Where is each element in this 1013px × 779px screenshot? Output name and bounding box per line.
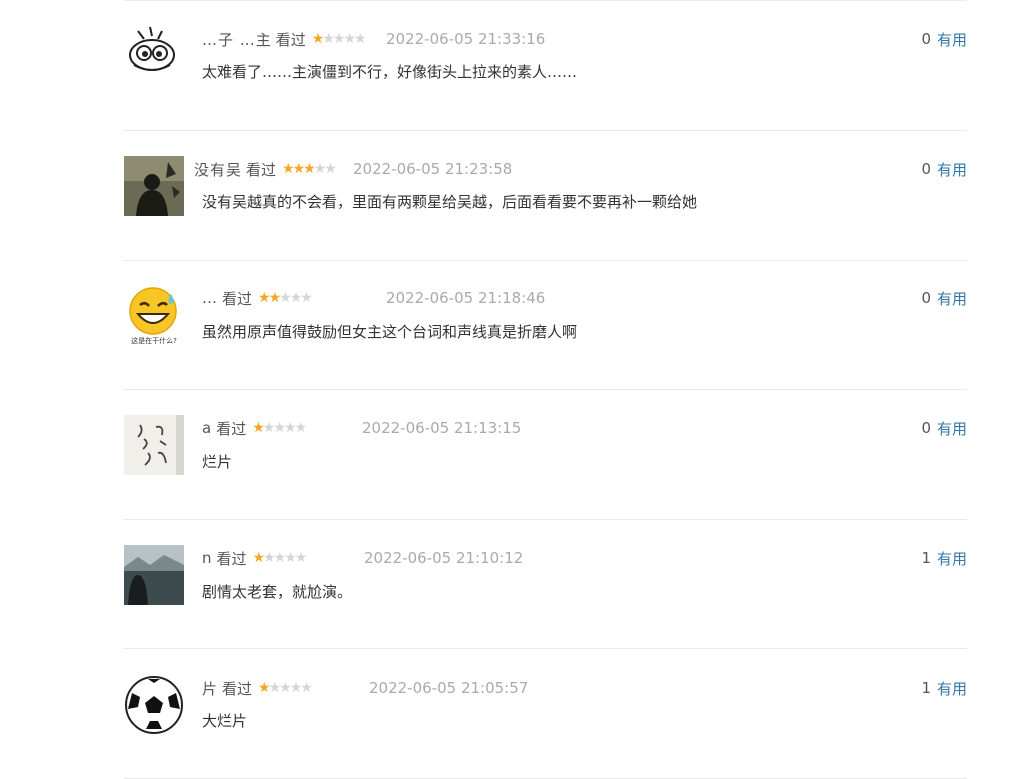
star-empty-icon: ★	[324, 161, 336, 177]
star-filled-icon: ★	[258, 680, 270, 696]
useful-button[interactable]: 有用	[937, 29, 967, 50]
comment-text: 没有吴越真的不会看，里面有两颗星给吴越，后面看看要不要再补一颗给她	[202, 192, 698, 211]
vote-count: 0	[921, 289, 931, 307]
user-avatar[interactable]	[124, 17, 184, 77]
star-empty-icon: ★	[279, 680, 291, 696]
star-empty-icon: ★	[313, 161, 326, 177]
comment-time: 2022-06-05 21:33:16	[386, 30, 546, 48]
comment-item: n 看过 ★★★★★ 2022-06-05 21:10:12 1 有用 剧情太老套，就尬演。	[124, 518, 967, 649]
vote-area: 0 有用	[921, 28, 967, 50]
star-empty-icon: ★	[354, 31, 366, 47]
comment-meta: 片看过 ★★★★★ 2022-06-05 21:05:57	[202, 677, 528, 699]
comment-text: 剧情太老套，就尬演。	[202, 582, 353, 601]
comment-meta: n 看过 ★★★★★ 2022-06-05 21:10:12	[202, 547, 523, 569]
watch-status: 看过	[216, 419, 247, 438]
star-empty-icon: ★	[289, 290, 302, 306]
comment-text: 虽然用原声值得鼓励但女主这个台词和声线真是折磨人啊	[202, 322, 578, 341]
star-filled-icon: ★	[268, 290, 281, 306]
star-empty-icon: ★	[262, 420, 275, 436]
user-avatar[interactable]	[124, 415, 184, 475]
comment-item: 片看过 ★★★★★ 2022-06-05 21:05:57 1 有用 大烂片	[124, 648, 967, 779]
comment-time: 2022-06-05 21:23:58	[353, 160, 513, 178]
star-filled-icon: ★	[292, 161, 305, 177]
useful-button[interactable]: 有用	[937, 159, 967, 180]
comment-text: 太难看了……主演僵到不行，好像街头上拉来的素人……	[202, 62, 578, 81]
comment-meta: 没有吴 看过 ★★★★★ 2022-06-05 21:23:58	[194, 158, 512, 180]
username-link[interactable]: 没有吴	[194, 159, 242, 180]
rating-stars: ★★★★★	[252, 420, 307, 436]
vote-area: 0 有用	[921, 417, 967, 439]
star-empty-icon: ★	[273, 420, 285, 436]
username-link[interactable]: …	[202, 289, 218, 307]
vote-area: 1 有用	[921, 547, 967, 569]
avatar-caption: 这是在干什么?	[131, 336, 177, 345]
comment-meta: … 看过 ★★★★★ 2022-06-05 21:18:46	[202, 287, 545, 309]
watch-status: 看过	[222, 679, 253, 698]
star-empty-icon: ★	[343, 31, 355, 47]
comment-item: 没有吴 看过 ★★★★★ 2022-06-05 21:23:58 0 有用 没有吴越真的不会…	[124, 130, 967, 261]
star-empty-icon: ★	[279, 290, 291, 306]
watch-status: 看过	[246, 160, 277, 179]
star-empty-icon: ★	[294, 420, 306, 436]
useful-button[interactable]: 有用	[937, 288, 967, 309]
useful-button[interactable]: 有用	[937, 418, 967, 439]
star-empty-icon: ★	[273, 550, 286, 566]
comment-meta: a 看过 ★★★★★ 2022-06-05 21:13:15	[202, 417, 521, 439]
username-link[interactable]: n	[202, 549, 213, 567]
comment-text: 大烂片	[202, 711, 248, 730]
watch-status: 看过	[222, 289, 253, 308]
useful-button[interactable]: 有用	[937, 548, 967, 569]
rating-stars: ★★★★★	[258, 290, 313, 306]
comment-time: 2022-06-05 21:05:57	[369, 679, 529, 697]
user-avatar[interactable]	[124, 156, 184, 216]
comment-text: 烂片	[202, 452, 233, 471]
comment-time: 2022-06-05 21:13:15	[362, 419, 522, 437]
user-avatar[interactable]: 这是在干什么?	[124, 286, 184, 346]
watch-status: 看过	[275, 30, 306, 49]
star-filled-icon: ★	[252, 550, 265, 566]
comment-item: a 看过 ★★★★★ 2022-06-05 21:13:15 0 有用 烂片	[124, 389, 967, 520]
rating-stars: ★★★★★	[252, 550, 308, 566]
useful-button[interactable]: 有用	[937, 678, 967, 699]
username-link[interactable]: …子 …主	[202, 29, 272, 50]
comment-item: 这是在干什么?… 看过 ★★★★★ 2022-06-05 21:18:46 0 有用 虽然用…	[124, 259, 967, 390]
star-empty-icon: ★	[294, 550, 307, 566]
vote-count: 1	[921, 679, 931, 697]
comment-time: 2022-06-05 21:18:46	[386, 289, 546, 307]
vote-area: 0 有用	[921, 158, 967, 180]
vote-area: 1 有用	[921, 677, 967, 699]
star-empty-icon: ★	[284, 550, 296, 566]
rating-stars: ★★★★★	[282, 161, 337, 177]
star-filled-icon: ★	[252, 420, 264, 436]
star-filled-icon: ★	[311, 31, 324, 47]
vote-count: 0	[921, 419, 931, 437]
star-empty-icon: ★	[332, 31, 345, 47]
star-empty-icon: ★	[283, 420, 296, 436]
vote-count: 0	[921, 160, 931, 178]
vote-count: 1	[921, 549, 931, 567]
star-filled-icon: ★	[303, 161, 315, 177]
star-filled-icon: ★	[282, 161, 294, 177]
star-empty-icon: ★	[300, 290, 312, 306]
star-empty-icon: ★	[263, 550, 275, 566]
vote-count: 0	[921, 30, 931, 48]
username-link[interactable]: a	[202, 419, 212, 437]
star-filled-icon: ★	[258, 290, 270, 306]
username-link[interactable]: 片	[202, 678, 218, 699]
user-avatar[interactable]	[124, 545, 184, 605]
comment-item: …子 …主 看过 ★★★★★ 2022-06-05 21:33:16 0 有用 太难看了………	[124, 0, 967, 131]
watch-status: 看过	[216, 549, 247, 568]
star-empty-icon: ★	[268, 680, 281, 696]
rating-stars: ★★★★★	[311, 31, 367, 47]
star-empty-icon: ★	[300, 680, 312, 696]
star-empty-icon: ★	[322, 31, 334, 47]
user-avatar[interactable]	[124, 675, 184, 735]
rating-stars: ★★★★★	[258, 680, 313, 696]
comment-time: 2022-06-05 21:10:12	[364, 549, 524, 567]
vote-area: 0 有用	[921, 287, 967, 309]
star-empty-icon: ★	[289, 680, 302, 696]
comment-meta: …子 …主 看过 ★★★★★ 2022-06-05 21:33:16	[202, 28, 545, 50]
